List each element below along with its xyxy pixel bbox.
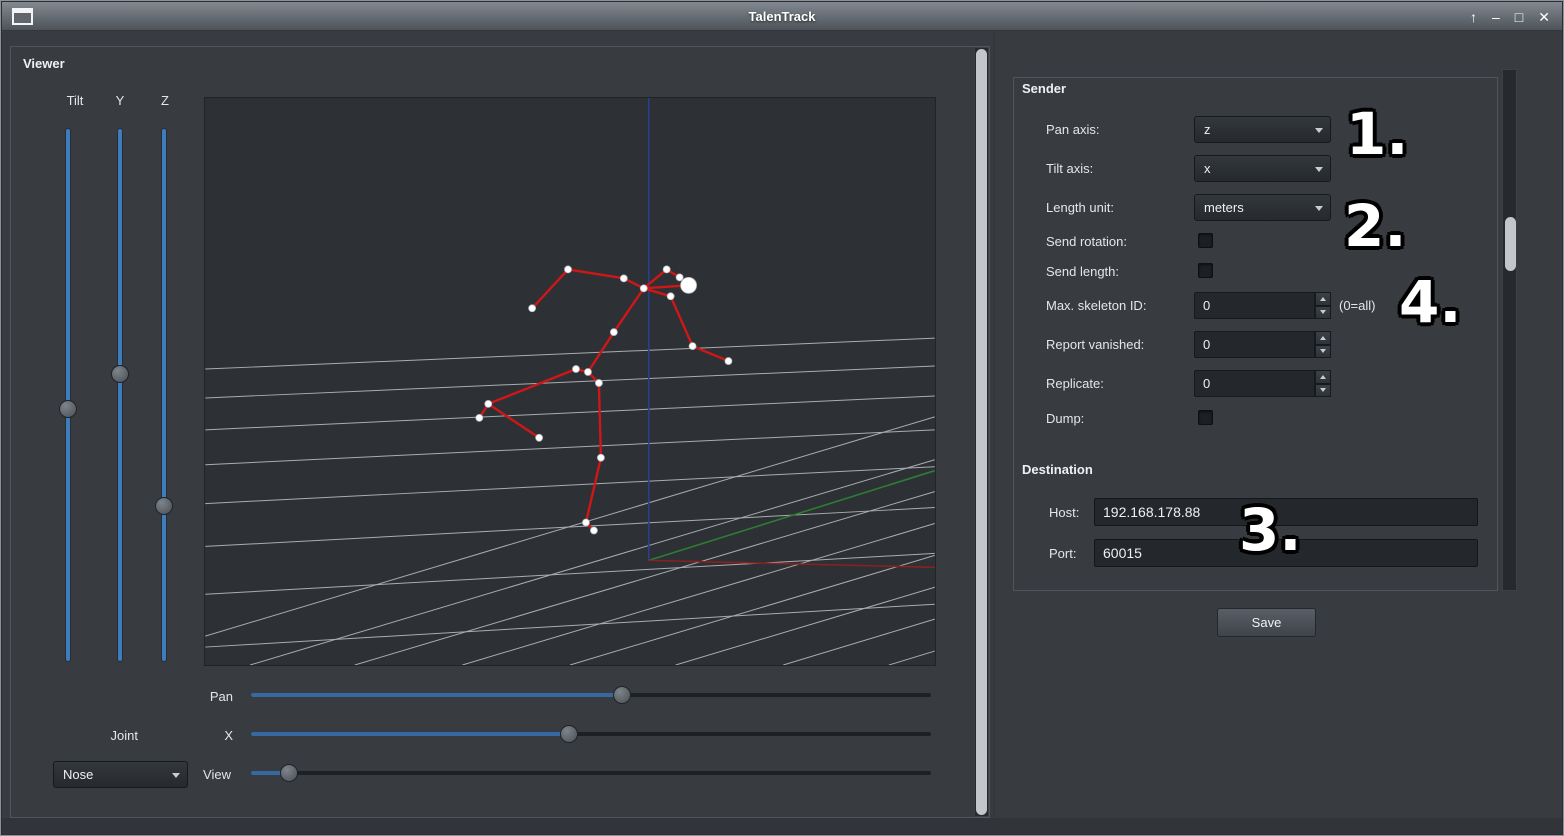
skeleton-bones [479,269,728,530]
spin-down-button[interactable] [1315,345,1331,359]
replicate-label: Replicate: [1046,376,1104,391]
y-slider-handle[interactable] [111,365,129,383]
annotation-1: 1. [1346,105,1408,163]
annotation-2: 2. [1344,197,1406,255]
x-slider[interactable] [251,725,931,743]
minimize-icon[interactable]: – [1492,10,1500,24]
skeleton-joints [476,266,732,534]
spin-up-button[interactable] [1315,292,1331,306]
pan-slider-fill [251,693,622,697]
dump-checkbox[interactable] [1198,410,1213,425]
send-length-checkbox[interactable] [1198,263,1213,278]
pan-axis-label: Pan axis: [1046,122,1099,137]
max-skeleton-id-input[interactable] [1194,292,1315,319]
replicate-input[interactable] [1194,370,1315,397]
annotation-4: 4. [1399,273,1461,331]
tilt-slider[interactable] [64,129,72,661]
send-length-label: Send length: [1046,264,1119,279]
spin-down-button[interactable] [1315,306,1331,320]
y-axis [649,471,935,561]
pan-slider-handle[interactable] [613,686,631,704]
maximize-icon[interactable]: □ [1515,10,1523,24]
send-rotation-checkbox[interactable] [1198,233,1213,248]
viewer-scrollbar-thumb[interactable] [976,49,987,815]
viewport-3d[interactable] [204,97,936,666]
floor-grid [205,338,934,665]
x-slider-handle[interactable] [560,725,578,743]
report-vanished-input[interactable] [1194,331,1315,358]
view-slider-handle[interactable] [280,764,298,782]
y-slider-label: Y [107,93,133,108]
viewer-group-title: Viewer [20,56,68,71]
sender-group-title: Sender [1019,81,1069,96]
triangle-down-icon [1320,310,1326,314]
panel-separator [993,33,995,817]
pan-axis-value: z [1204,122,1211,137]
view-slider-track[interactable] [251,771,931,775]
annotation-3: 3. [1239,501,1301,559]
x-slider-label: X [173,728,233,743]
spin-down-button[interactable] [1315,384,1331,398]
close-icon[interactable]: ✕ [1538,10,1550,24]
y-slider[interactable] [116,129,124,661]
triangle-up-icon [1320,375,1326,379]
tilt-slider-label: Tilt [60,93,90,108]
joint-select[interactable]: Nose [53,761,188,788]
x-slider-fill [251,732,569,736]
z-slider-label: Z [152,93,178,108]
sender-scrollbar[interactable] [1502,69,1517,591]
triangle-down-icon [1320,388,1326,392]
pan-slider[interactable] [251,686,931,704]
tilt-axis-value: x [1204,161,1211,176]
save-button[interactable]: Save [1217,608,1316,637]
triangle-down-icon [1320,349,1326,353]
chevron-down-icon [1315,167,1323,172]
length-unit-select[interactable]: meters [1194,194,1331,221]
chevron-down-icon [1315,128,1323,133]
tilt-axis-select[interactable]: x [1194,155,1331,182]
window-controls: ↑ – □ ✕ [1470,2,1550,31]
viewer-scrollbar[interactable] [974,47,989,817]
triangle-up-icon [1320,297,1326,301]
pan-slider-label: Pan [173,689,233,704]
send-rotation-label: Send rotation: [1046,234,1127,249]
max-skeleton-id-label: Max. skeleton ID: [1046,298,1146,313]
spin-up-button[interactable] [1315,331,1331,345]
sender-scrollbar-thumb[interactable] [1505,217,1516,271]
max-skeleton-id-hint: (0=all) [1339,298,1376,313]
report-vanished-label: Report vanished: [1046,337,1144,352]
app-window: TalenTrack ↑ – □ ✕ Viewer Tilt Y Z [0,0,1564,836]
replicate-spinbox[interactable] [1194,370,1331,397]
max-skeleton-id-spinbox[interactable] [1194,292,1331,319]
window-bottom-edge [2,818,1562,834]
z-slider-handle[interactable] [155,497,173,515]
z-slider-track[interactable] [162,129,166,661]
shade-icon[interactable]: ↑ [1470,10,1477,24]
tilt-axis-label: Tilt axis: [1046,161,1093,176]
report-vanished-spinbox[interactable] [1194,331,1331,358]
port-label: Port: [1049,546,1076,561]
spin-up-button[interactable] [1315,370,1331,384]
chevron-down-icon [172,773,180,778]
tilt-slider-handle[interactable] [59,400,77,418]
triangle-up-icon [1320,336,1326,340]
length-unit-value: meters [1204,200,1244,215]
pan-axis-select[interactable]: z [1194,116,1331,143]
axes [649,98,935,567]
view-slider[interactable] [251,764,931,782]
titlebar[interactable]: TalenTrack ↑ – □ ✕ [2,2,1562,31]
y-slider-track[interactable] [118,129,122,661]
window-title: TalenTrack [2,9,1562,24]
dump-label: Dump: [1046,411,1084,426]
joint-select-value: Nose [63,767,93,782]
host-label: Host: [1049,505,1079,520]
length-unit-label: Length unit: [1046,200,1114,215]
chevron-down-icon [1315,206,1323,211]
destination-title: Destination [1019,462,1096,477]
tilt-slider-track[interactable] [66,129,70,661]
z-slider[interactable] [160,129,168,661]
joint-label: Joint [78,728,138,743]
